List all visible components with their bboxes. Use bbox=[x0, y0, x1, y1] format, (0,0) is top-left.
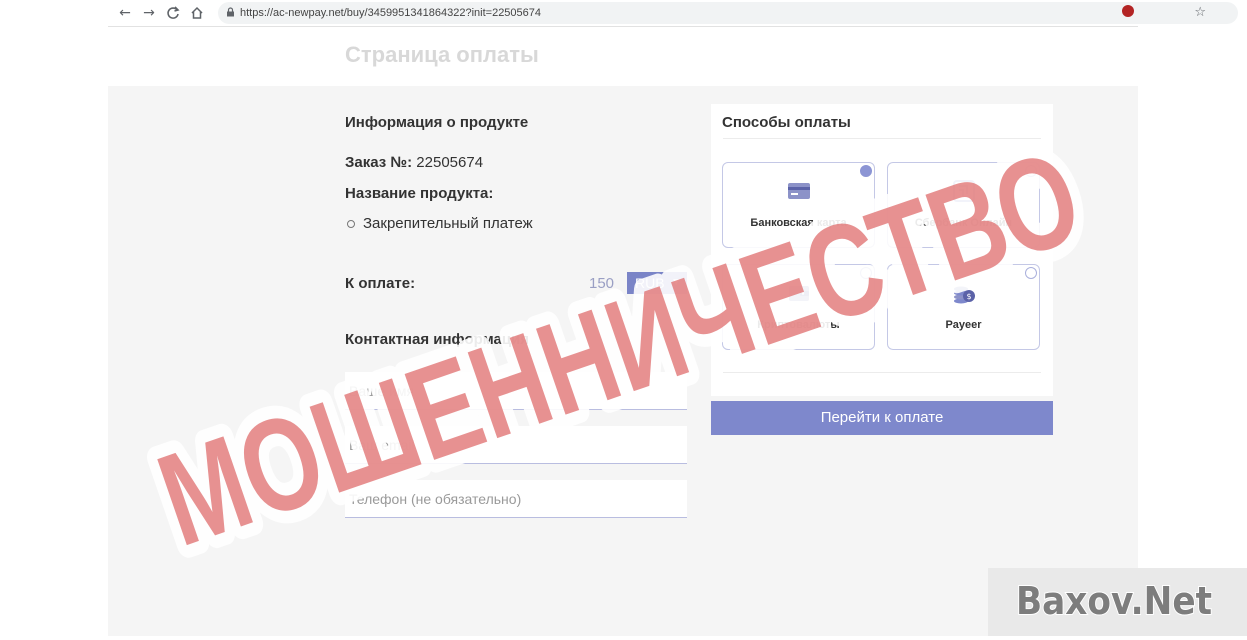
order-number-line: Заказ №: 22505674 bbox=[345, 154, 483, 171]
currency-value: RUB bbox=[635, 275, 665, 291]
svg-text:$: $ bbox=[966, 292, 971, 301]
bookmark-star-icon[interactable]: ☆ bbox=[1194, 2, 1206, 24]
method-sberbank[interactable]: Сбербанк Онлайн bbox=[887, 162, 1040, 248]
method-payeer[interactable]: $ Payeer bbox=[887, 264, 1040, 350]
payment-methods-panel: Способы оплаты Банковская карта Сбербанк… bbox=[711, 104, 1053, 396]
method-radio[interactable] bbox=[1025, 267, 1037, 279]
method-radio[interactable] bbox=[860, 267, 872, 279]
order-label: Заказ №: bbox=[345, 154, 413, 171]
product-list-item: Закрепительный платеж bbox=[347, 215, 533, 232]
method-crypto[interactable]: Криптовалюты bbox=[722, 264, 875, 350]
email-input[interactable] bbox=[345, 426, 687, 463]
method-label: Банковская карта bbox=[750, 217, 847, 229]
payment-methods-heading: Способы оплаты bbox=[722, 114, 851, 131]
watermark-text: Baxov.Net bbox=[1016, 579, 1212, 623]
method-bank-card[interactable]: Банковская карта bbox=[722, 162, 875, 248]
currency-select[interactable]: RUB ▼ bbox=[627, 272, 687, 294]
extension-icon[interactable] bbox=[1122, 5, 1134, 17]
divider bbox=[723, 372, 1041, 373]
reload-icon[interactable] bbox=[162, 2, 184, 24]
name-input[interactable] bbox=[345, 372, 687, 409]
name-field bbox=[345, 372, 687, 410]
bank-card-icon bbox=[787, 183, 810, 199]
address-bar[interactable]: https://ac-newpay.net/buy/34599513418643… bbox=[218, 2, 1238, 24]
amount-label: К оплате: bbox=[345, 275, 416, 292]
sberbank-icon bbox=[952, 180, 975, 202]
lock-icon bbox=[226, 2, 235, 24]
method-radio[interactable] bbox=[1025, 165, 1037, 177]
forward-arrow-icon[interactable]: → bbox=[138, 2, 160, 24]
bullet-icon bbox=[347, 220, 355, 229]
coins-icon: $ bbox=[953, 286, 975, 304]
email-field bbox=[345, 426, 687, 464]
method-radio[interactable] bbox=[860, 165, 872, 177]
page-title: Страница оплаты bbox=[345, 42, 539, 67]
product-name-label: Название продукта: bbox=[345, 185, 494, 202]
method-label: Payeer bbox=[945, 319, 982, 331]
crypto-wallet-icon bbox=[788, 286, 809, 301]
site-watermark: Baxov.Net bbox=[988, 568, 1247, 636]
url-text[interactable]: https://ac-newpay.net/buy/34599513418643… bbox=[240, 2, 541, 24]
product-info-heading: Информация о продукте bbox=[345, 114, 529, 131]
divider bbox=[723, 138, 1041, 139]
home-icon[interactable] bbox=[186, 2, 208, 24]
proceed-to-payment-button[interactable]: Перейти к оплате bbox=[711, 401, 1053, 435]
phone-field bbox=[345, 480, 687, 518]
method-label: Сбербанк Онлайн bbox=[914, 217, 1013, 229]
amount-value: 150 bbox=[589, 275, 615, 292]
browser-toolbar: ← → https://ac-newpay.net/buy/3459951341… bbox=[108, 0, 1238, 27]
back-arrow-icon[interactable]: ← bbox=[114, 2, 136, 24]
contact-info-heading: Контактная информация bbox=[345, 331, 530, 348]
method-label: Криптовалюты bbox=[757, 319, 840, 331]
phone-input[interactable] bbox=[345, 480, 687, 517]
product-item-text: Закрепительный платеж bbox=[363, 215, 533, 232]
order-number: 22505674 bbox=[416, 154, 484, 171]
watermark-logo: Baxov.Net bbox=[1015, 578, 1213, 624]
chevron-down-icon: ▼ bbox=[671, 277, 681, 288]
